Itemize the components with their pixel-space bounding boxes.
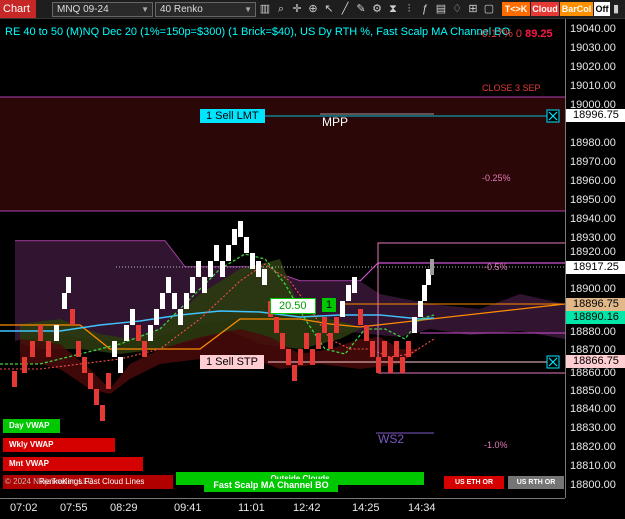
line-draw-icon[interactable]: ╱ (338, 2, 352, 16)
resistance-zone (0, 97, 565, 211)
price-tag-sell-limit: 18996.75 (566, 109, 625, 122)
pct-neg-05-label: -0.5% (484, 262, 508, 272)
weekly-vwap-button[interactable]: Wkly VWAP (3, 438, 115, 452)
sell-limit-order[interactable]: 1 Sell LMT (200, 109, 265, 123)
time-tick: 14:34 (408, 502, 436, 514)
tk-button[interactable]: T<>K (502, 2, 530, 16)
price-tick: 19030.00 (570, 42, 616, 54)
bar-type-label: 40 Renko (160, 4, 203, 15)
cancel-sell-stp-icon[interactable] (546, 355, 560, 369)
price-tick: 18950.00 (570, 194, 616, 206)
zoom-icon[interactable]: ⊕ (306, 2, 320, 16)
monthly-vwap-button[interactable]: Mnt VWAP (3, 457, 143, 471)
cloud-button[interactable]: Cloud (531, 2, 559, 16)
price-tag-sell-stop: 18866.75 (566, 355, 625, 368)
chart-toolbar: Chart MNQ 09-24 ▼ 40 Renko ▼ ▥ ⌕ ✛ ⊕ ↖ ╱… (0, 0, 625, 19)
time-tick: 08:29 (110, 502, 138, 514)
price-tick: 19020.00 (570, 61, 616, 73)
magnifier-icon[interactable]: ⌕ (274, 2, 288, 16)
day-vwap-button[interactable]: Day VWAP (3, 419, 60, 433)
toggle-switch-icon[interactable]: ▮ (610, 2, 622, 16)
barcol-button[interactable]: BarCol (560, 2, 593, 16)
candles-icon[interactable]: ⫶ (402, 2, 416, 16)
price-tick: 18800.00 (570, 479, 616, 491)
price-tick: 18980.00 (570, 137, 616, 149)
time-tick: 14:25 (352, 502, 380, 514)
renko-kings-button[interactable]: © 2024 NinjaTrader, LLC RenkoKings Fast … (3, 475, 173, 489)
instrument-selector[interactable]: MNQ 09-24 ▼ (52, 2, 153, 17)
indicator-right-readout: -0.17% 0 89.25 (478, 28, 553, 40)
chart-logo: Chart (0, 0, 36, 18)
time-tick: 12:42 (293, 502, 321, 514)
chevron-down-icon: ▼ (141, 5, 149, 14)
pointer-icon[interactable]: ↖ (322, 2, 336, 16)
time-tick: 11:01 (238, 502, 265, 514)
price-tick: 18850.00 (570, 385, 616, 397)
sell-stop-order[interactable]: 1 Sell STP (200, 355, 264, 369)
ws2-label: WS2 (378, 432, 405, 446)
pct-neg-1-label: -1.0% (484, 440, 508, 450)
price-tick: 18930.00 (570, 232, 616, 244)
hourglass-icon[interactable]: ⧗ (386, 2, 400, 16)
instrument-label: MNQ 09-24 (57, 4, 109, 15)
position-price-box[interactable]: 20.50 (270, 298, 316, 314)
price-tick: 18900.00 (570, 283, 616, 295)
price-tick: 18880.00 (570, 326, 616, 338)
chart-trader-icon[interactable]: ⊞ (466, 2, 480, 16)
price-tick: 18810.00 (570, 460, 616, 472)
chevron-down-icon: ▼ (244, 5, 252, 14)
price-tick: 18920.00 (570, 246, 616, 258)
price-tick: 18960.00 (570, 175, 616, 187)
us-eth-or-button[interactable]: US ETH OR (444, 476, 504, 489)
close-3-sep-label: CLOSE 3 SEP (482, 83, 541, 93)
position-qty-box[interactable]: 1 (322, 298, 337, 312)
indicator-right-label: -0.17% 0 (478, 28, 523, 40)
price-tag-last: 18917.25 (566, 261, 625, 274)
bar-type-selector[interactable]: 40 Renko ▼ (155, 2, 256, 17)
price-axis[interactable]: 19040.00 19030.00 19020.00 19010.00 1900… (565, 19, 625, 498)
price-tick: 18830.00 (570, 422, 616, 434)
strategy-icon[interactable]: ♢ (450, 2, 464, 16)
price-tick: 18940.00 (570, 213, 616, 225)
price-tick: 18970.00 (570, 156, 616, 168)
indicator-right-value: 89.25 (525, 28, 553, 40)
price-tag-ma: 18890.16 (566, 311, 625, 324)
pencil-icon[interactable]: ✎ (354, 2, 368, 16)
pct-neg-025-label: -0.25% (482, 173, 511, 183)
window-icon[interactable]: ▢ (482, 2, 496, 16)
time-axis[interactable]: 07:02 07:55 08:29 09:41 11:01 12:42 14:2… (0, 498, 565, 519)
off-toggle[interactable]: Off (594, 2, 610, 16)
price-tick: 19010.00 (570, 80, 616, 92)
price-tick: 18860.00 (570, 367, 616, 379)
time-tick: 07:55 (60, 502, 88, 514)
us-rth-or-button[interactable]: US RTH OR (508, 476, 564, 489)
time-tick: 09:41 (174, 502, 202, 514)
chart-drawing (0, 96, 565, 434)
renko-kings-label: RenkoKings Fast Cloud Lines (39, 477, 145, 486)
cancel-sell-lmt-icon[interactable] (546, 109, 560, 123)
properties-icon[interactable]: ⚙ (370, 2, 384, 16)
price-tick: 18840.00 (570, 403, 616, 415)
time-tick: 07:02 (10, 502, 38, 514)
fast-scalp-button[interactable]: Fast Scalp MA Channel BO (204, 479, 338, 492)
indicator-icon[interactable]: ƒ (418, 2, 432, 16)
data-box-icon[interactable]: ▤ (434, 2, 448, 16)
indicator-title: RE 40 to 50 (M)NQ Dec 20 (1%=150p=$300) … (5, 26, 511, 38)
price-tick: 19040.00 (570, 23, 616, 35)
crosshair-icon[interactable]: ✛ (290, 2, 304, 16)
price-tag-position: 18896.75 (566, 298, 625, 311)
bar-chart-icon[interactable]: ▥ (258, 2, 272, 16)
price-tick: 18820.00 (570, 441, 616, 453)
chart-canvas[interactable]: RE 40 to 50 (M)NQ Dec 20 (1%=150p=$300) … (0, 19, 565, 498)
mpp-label: MPP (322, 115, 349, 129)
